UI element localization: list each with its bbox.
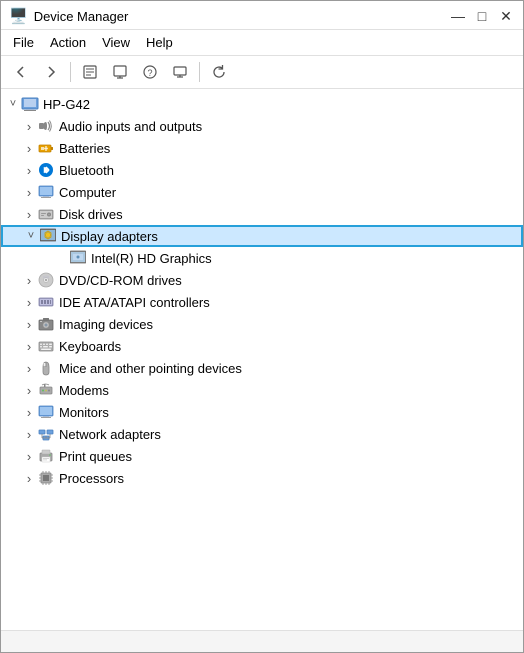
dvd-icon	[37, 271, 55, 289]
print-expander[interactable]	[21, 448, 37, 464]
monitors-expander[interactable]	[21, 404, 37, 420]
imaging-expander[interactable]	[21, 316, 37, 332]
menu-view[interactable]: View	[94, 32, 138, 53]
audio-label: Audio inputs and outputs	[59, 119, 202, 134]
disk-label: Disk drives	[59, 207, 123, 222]
processors-expander[interactable]	[21, 470, 37, 486]
display-label: Display adapters	[61, 229, 158, 244]
computer-label: Computer	[59, 185, 116, 200]
toolbar-refresh[interactable]	[205, 59, 233, 85]
maximize-button[interactable]: □	[473, 7, 491, 25]
keyboard-expander[interactable]	[21, 338, 37, 354]
tree-item-computer[interactable]: Computer	[1, 181, 523, 203]
tree-item-dvd[interactable]: DVD/CD-ROM drives	[1, 269, 523, 291]
toolbar-back[interactable]	[7, 59, 35, 85]
monitors-label: Monitors	[59, 405, 109, 420]
network-label: Network adapters	[59, 427, 161, 442]
toolbar-separator-2	[199, 62, 200, 82]
tree-item-processors[interactable]: Processors	[1, 467, 523, 489]
computer-expander[interactable]	[21, 184, 37, 200]
intel-expander	[53, 250, 69, 266]
dvd-label: DVD/CD-ROM drives	[59, 273, 182, 288]
batteries-icon	[37, 139, 55, 157]
tree-item-disk[interactable]: Disk drives	[1, 203, 523, 225]
minimize-button[interactable]: —	[449, 7, 467, 25]
display-expander[interactable]	[23, 228, 39, 244]
toolbar: ?	[1, 56, 523, 89]
print-label: Print queues	[59, 449, 132, 464]
mice-expander[interactable]	[21, 360, 37, 376]
network-expander[interactable]	[21, 426, 37, 442]
title-bar: 🖥️ Device Manager — □ ✕	[1, 1, 523, 30]
tree-item-network[interactable]: Network adapters	[1, 423, 523, 445]
close-button[interactable]: ✕	[497, 7, 515, 25]
modems-icon	[37, 381, 55, 399]
modems-label: Modems	[59, 383, 109, 398]
tree-item-imaging[interactable]: Imaging devices	[1, 313, 523, 335]
bluetooth-label: Bluetooth	[59, 163, 114, 178]
mice-label: Mice and other pointing devices	[59, 361, 242, 376]
imaging-label: Imaging devices	[59, 317, 153, 332]
processors-icon	[37, 469, 55, 487]
computer-icon	[37, 183, 55, 201]
window-title: Device Manager	[34, 9, 129, 24]
toolbar-forward[interactable]	[37, 59, 65, 85]
tree-item-ide[interactable]: IDE ATA/ATAPI controllers	[1, 291, 523, 313]
audio-icon	[37, 117, 55, 135]
toolbar-update-driver[interactable]	[106, 59, 134, 85]
tree-item-intel[interactable]: Intel(R) HD Graphics	[1, 247, 523, 269]
disk-expander[interactable]	[21, 206, 37, 222]
root-icon	[21, 95, 39, 113]
bluetooth-expander[interactable]	[21, 162, 37, 178]
tree-item-display[interactable]: Display adapters	[1, 225, 523, 247]
bluetooth-icon	[37, 161, 55, 179]
tree-item-keyboard[interactable]: Keyboards	[1, 335, 523, 357]
modems-expander[interactable]	[21, 382, 37, 398]
tree-item-modems[interactable]: Modems	[1, 379, 523, 401]
title-bar-left: 🖥️ Device Manager	[9, 7, 128, 25]
tree-item-mice[interactable]: Mice and other pointing devices	[1, 357, 523, 379]
display-icon	[39, 227, 57, 245]
print-icon	[37, 447, 55, 465]
tree-item-monitors[interactable]: Monitors	[1, 401, 523, 423]
ide-label: IDE ATA/ATAPI controllers	[59, 295, 210, 310]
ide-expander[interactable]	[21, 294, 37, 310]
keyboard-icon	[37, 337, 55, 355]
ide-icon	[37, 293, 55, 311]
menu-file[interactable]: File	[5, 32, 42, 53]
device-manager-window: 🖥️ Device Manager — □ ✕ File Action View…	[0, 0, 524, 653]
tree-view[interactable]: HP-G42 Audio inputs and outputs	[1, 89, 523, 630]
tree-item-batteries[interactable]: Batteries	[1, 137, 523, 159]
audio-expander[interactable]	[21, 118, 37, 134]
root-label: HP-G42	[43, 97, 90, 112]
network-icon	[37, 425, 55, 443]
toolbar-help[interactable]: ?	[136, 59, 164, 85]
dvd-expander[interactable]	[21, 272, 37, 288]
menu-action[interactable]: Action	[42, 32, 94, 53]
intel-label: Intel(R) HD Graphics	[91, 251, 212, 266]
menu-bar: File Action View Help	[1, 30, 523, 56]
root-expander[interactable]	[5, 96, 21, 112]
disk-icon	[37, 205, 55, 223]
menu-help[interactable]: Help	[138, 32, 181, 53]
title-bar-controls: — □ ✕	[449, 7, 515, 25]
toolbar-device-manager-icon[interactable]	[166, 59, 194, 85]
keyboard-label: Keyboards	[59, 339, 121, 354]
tree-item-bluetooth[interactable]: Bluetooth	[1, 159, 523, 181]
toolbar-separator-1	[70, 62, 71, 82]
processors-label: Processors	[59, 471, 124, 486]
tree-item-print[interactable]: Print queues	[1, 445, 523, 467]
imaging-icon	[37, 315, 55, 333]
batteries-label: Batteries	[59, 141, 110, 156]
window-icon: 🖥️	[9, 7, 28, 25]
tree-item-audio[interactable]: Audio inputs and outputs	[1, 115, 523, 137]
status-bar	[1, 630, 523, 652]
svg-text:?: ?	[147, 68, 152, 78]
tree-root[interactable]: HP-G42	[1, 93, 523, 115]
batteries-expander[interactable]	[21, 140, 37, 156]
toolbar-properties[interactable]	[76, 59, 104, 85]
monitors-icon	[37, 403, 55, 421]
mice-icon	[37, 359, 55, 377]
intel-icon	[69, 249, 87, 267]
